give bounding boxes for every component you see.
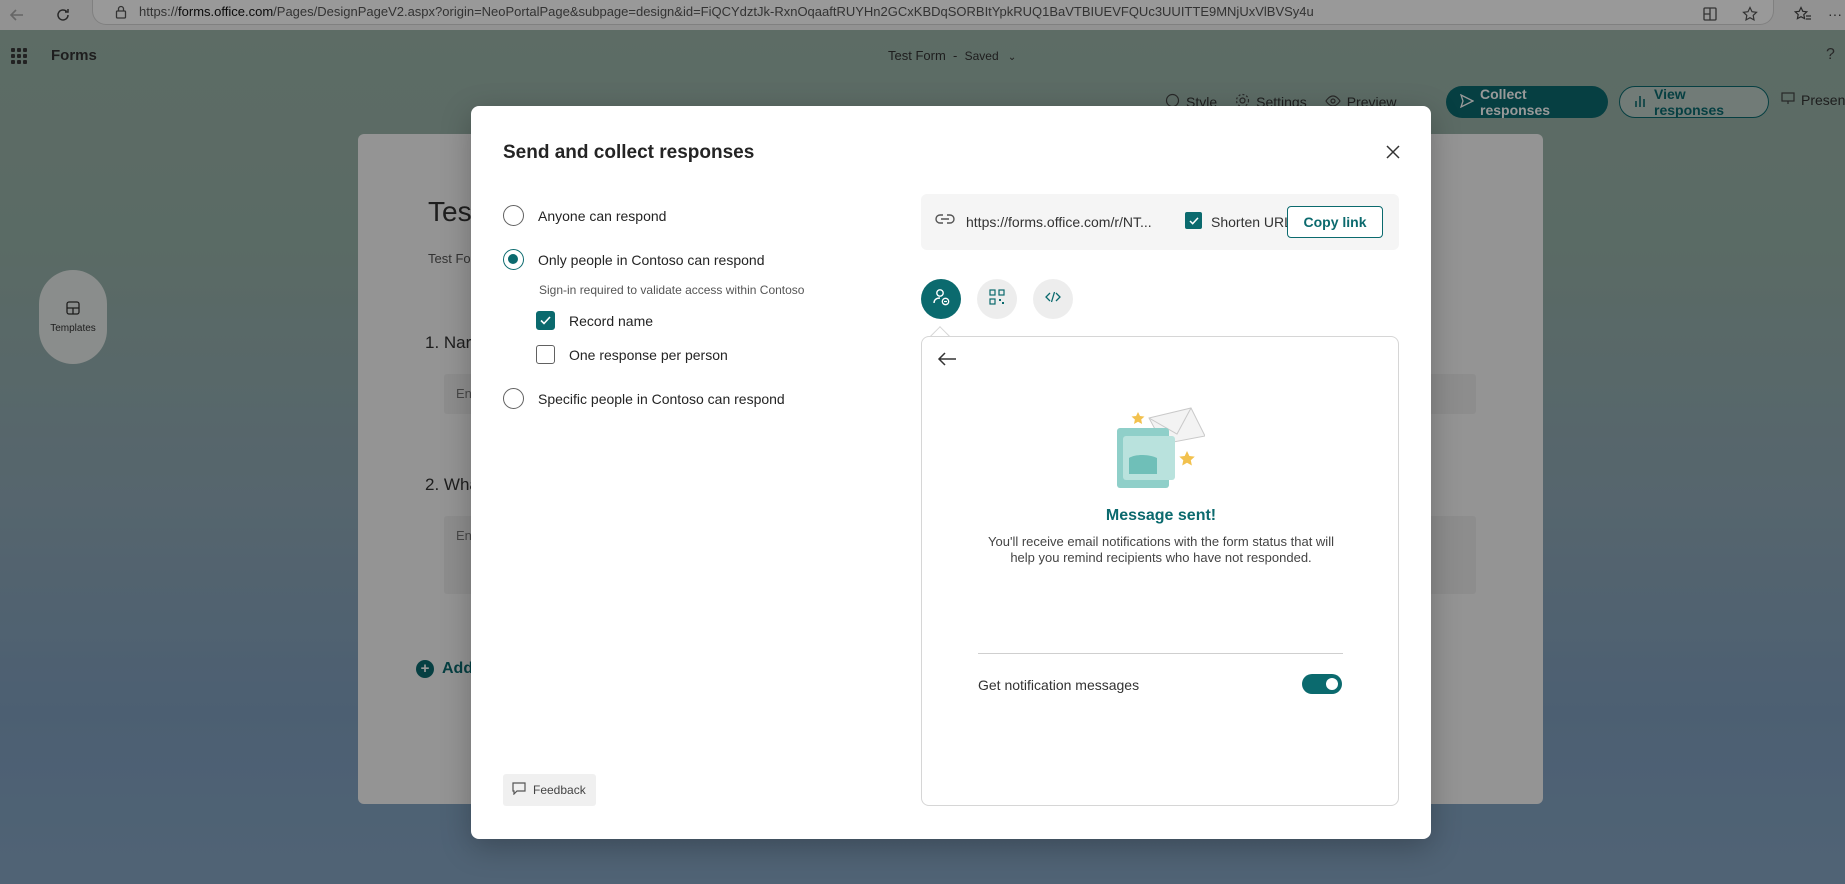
shorten-url-label: Shorten URL [1211, 214, 1292, 230]
message-sent-body: You'll receive email notifications with … [988, 534, 1334, 565]
dialog-title: Send and collect responses [503, 142, 755, 163]
signin-hint: Sign-in required to validate access with… [539, 283, 805, 297]
qr-code-icon [989, 288, 1005, 310]
record-name-row[interactable]: Record name [536, 311, 653, 330]
one-response-checkbox[interactable] [536, 345, 555, 364]
radio-org-only[interactable] [503, 249, 524, 270]
notification-toggle[interactable] [1302, 674, 1342, 694]
invite-tab[interactable] [921, 279, 961, 319]
option-anyone[interactable]: Anyone can respond [503, 205, 666, 226]
invite-panel: Message sent! You'll receive email notif… [921, 336, 1399, 806]
send-collect-dialog: Send and collect responses Anyone can re… [471, 106, 1431, 839]
invite-icon [931, 287, 951, 312]
back-arrow-icon[interactable] [937, 351, 957, 372]
link-icon [935, 212, 955, 231]
comment-icon [512, 782, 526, 798]
option-org-only[interactable]: Only people in Contoso can respond [503, 249, 764, 270]
feedback-button[interactable]: Feedback [503, 774, 596, 806]
share-link-url[interactable]: https://forms.office.com/r/NT... [966, 214, 1152, 230]
embed-icon [1045, 290, 1061, 309]
shorten-url-checkbox[interactable] [1185, 212, 1202, 229]
option-specific-people[interactable]: Specific people in Contoso can respond [503, 388, 785, 409]
record-name-checkbox[interactable] [536, 311, 555, 330]
divider [978, 653, 1343, 654]
share-link-box: https://forms.office.com/r/NT... Shorten… [921, 194, 1399, 250]
message-sent-illustration [1115, 406, 1206, 496]
message-sent-title: Message sent! [1105, 507, 1217, 524]
close-icon[interactable] [1383, 142, 1403, 162]
copy-link-button[interactable]: Copy link [1287, 206, 1383, 238]
embed-tab[interactable] [1033, 279, 1073, 319]
radio-specific-people[interactable] [503, 388, 524, 409]
radio-anyone[interactable] [503, 205, 524, 226]
qr-code-tab[interactable] [977, 279, 1017, 319]
notification-label: Get notification messages [978, 677, 1140, 693]
one-response-row[interactable]: One response per person [536, 345, 728, 364]
